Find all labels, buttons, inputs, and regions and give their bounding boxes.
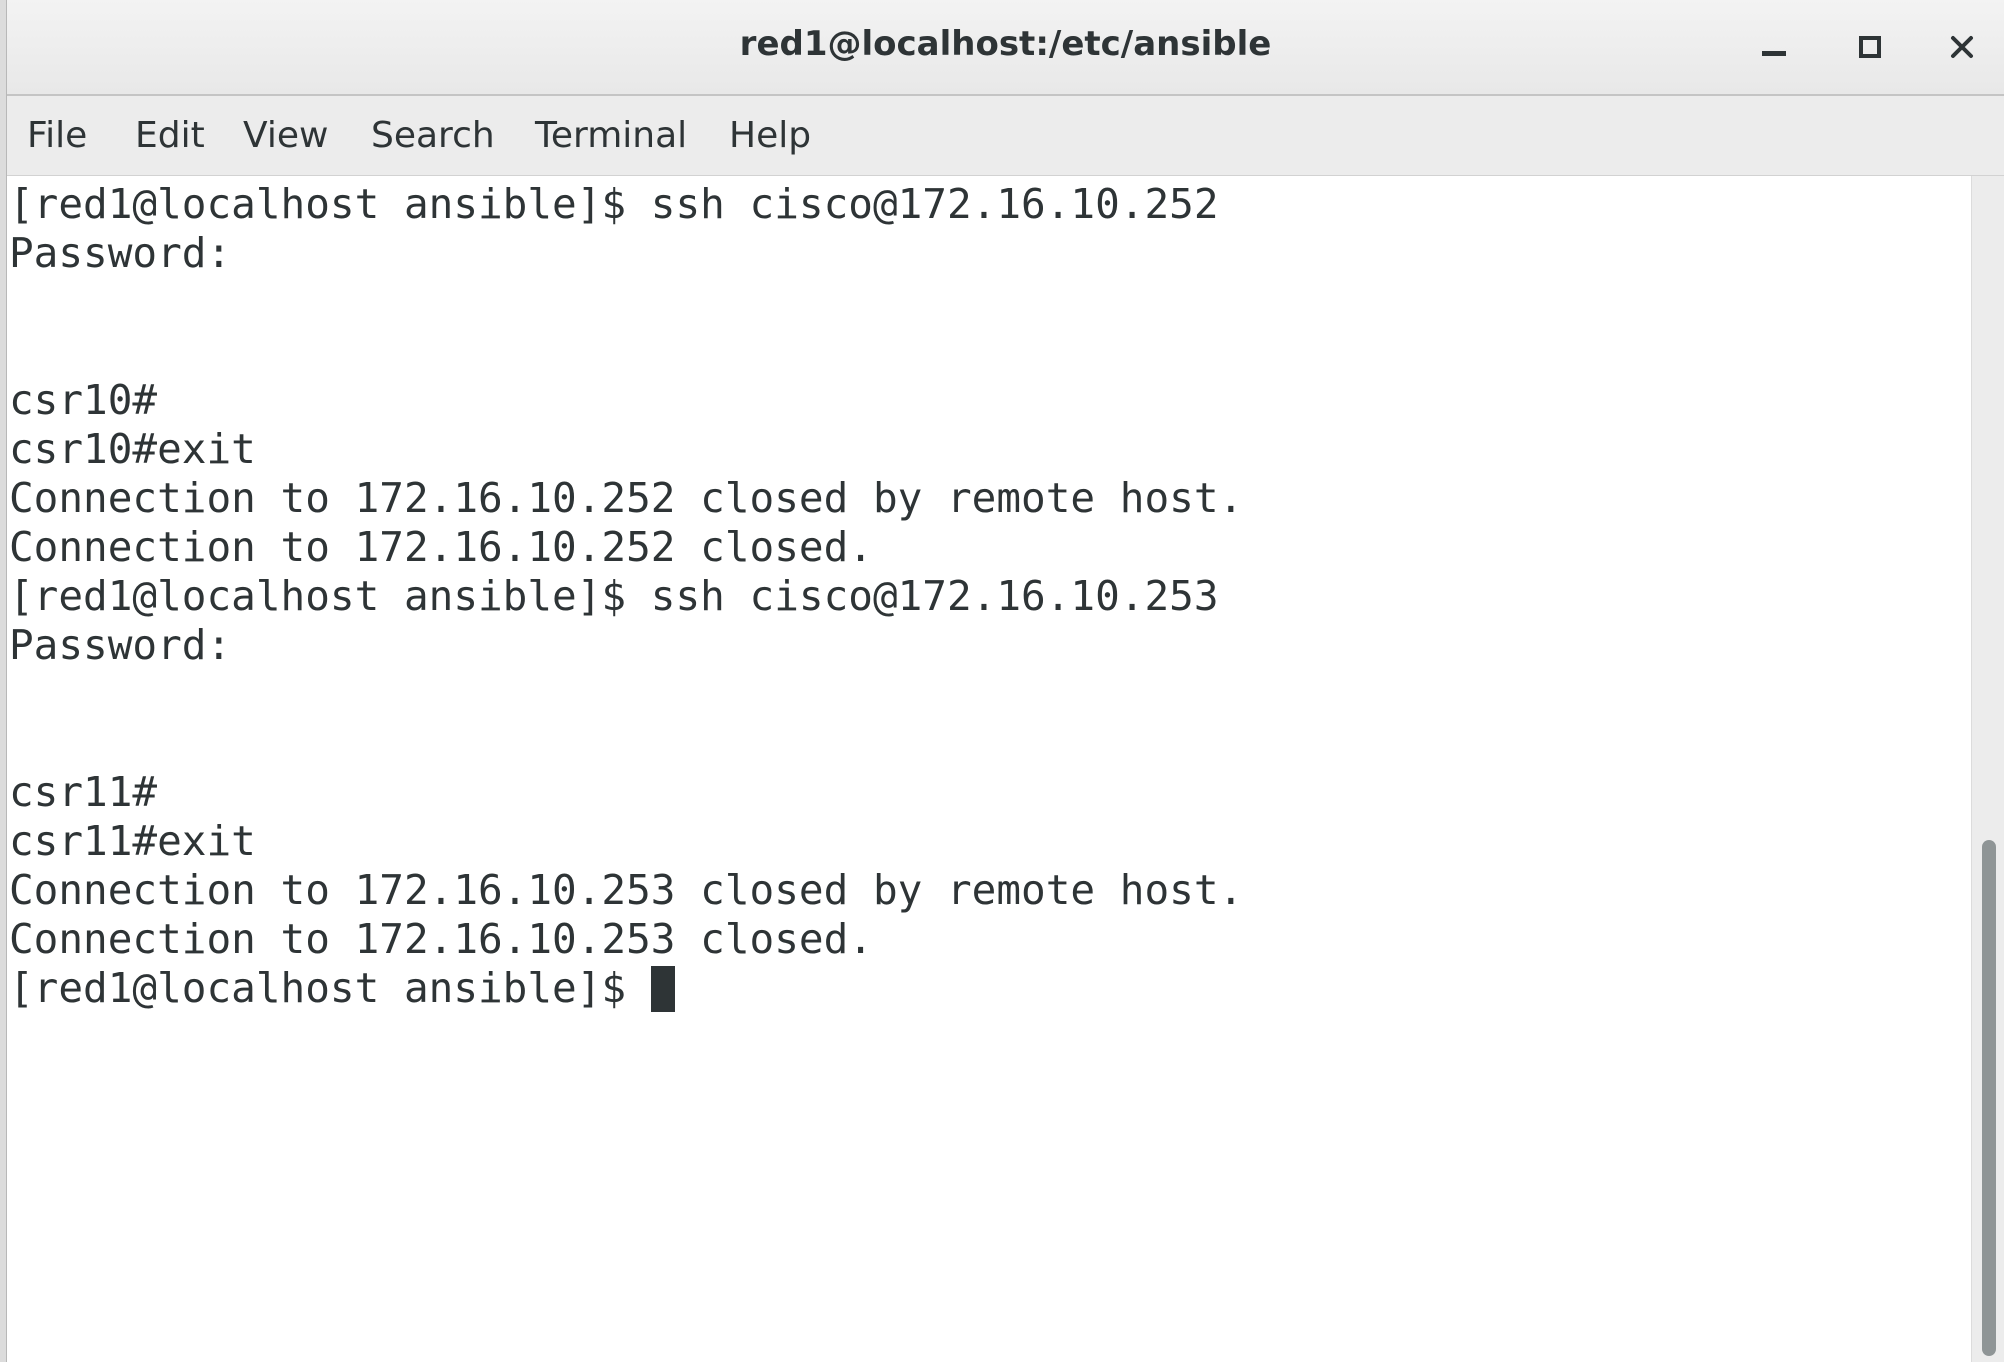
maximize-icon bbox=[1859, 36, 1881, 58]
terminal-line: Password: bbox=[9, 229, 231, 278]
terminal-line-text: [red1@localhost ansible]$ ssh cisco@172.… bbox=[9, 180, 1219, 228]
terminal-line: [red1@localhost ansible]$ ssh cisco@172.… bbox=[9, 180, 1219, 229]
terminal-line-text: Password: bbox=[9, 621, 232, 669]
maximize-button[interactable] bbox=[1845, 22, 1895, 72]
terminal-line-text: csr10# bbox=[9, 376, 158, 424]
title-bar[interactable]: red1@localhost:/etc/ansible bbox=[7, 0, 2004, 96]
window-title: red1@localhost:/etc/ansible bbox=[739, 24, 1272, 64]
menu-help[interactable]: Help bbox=[729, 115, 811, 156]
terminal-line: [red1@localhost ansible]$ bbox=[9, 964, 675, 1013]
terminal-line: Connection to 172.16.10.252 closed by re… bbox=[9, 474, 1243, 523]
terminal-line: Password: bbox=[9, 621, 231, 670]
terminal-line-text: Connection to 172.16.10.252 closed by re… bbox=[9, 474, 1244, 522]
terminal-line: csr10#exit bbox=[9, 425, 256, 474]
close-button[interactable] bbox=[1937, 22, 1987, 72]
terminal-line: csr10# bbox=[9, 376, 157, 425]
terminal-line: Connection to 172.16.10.253 closed by re… bbox=[9, 866, 1243, 915]
scrollbar-thumb[interactable] bbox=[1982, 840, 1996, 1356]
terminal-window: red1@localhost:/etc/ansible File Edit Vi… bbox=[6, 0, 2004, 1362]
terminal-line-text: Connection to 172.16.10.253 closed by re… bbox=[9, 866, 1244, 914]
terminal-line-text: Connection to 172.16.10.252 closed. bbox=[9, 523, 873, 571]
terminal-line-text: [red1@localhost ansible]$ ssh cisco@172.… bbox=[9, 572, 1219, 620]
terminal-line-text: csr11#exit bbox=[9, 817, 256, 865]
terminal-line: csr11#exit bbox=[9, 817, 256, 866]
menu-edit[interactable]: Edit bbox=[135, 115, 205, 156]
menu-terminal[interactable]: Terminal bbox=[535, 115, 687, 156]
vertical-scrollbar[interactable] bbox=[1971, 176, 2004, 1362]
terminal-line: [red1@localhost ansible]$ ssh cisco@172.… bbox=[9, 572, 1219, 621]
minimize-button[interactable] bbox=[1749, 22, 1799, 72]
close-icon bbox=[1951, 36, 1973, 58]
terminal-line-text: csr11# bbox=[9, 768, 158, 816]
terminal-line: Connection to 172.16.10.253 closed. bbox=[9, 915, 873, 964]
terminal-line: csr11# bbox=[9, 768, 157, 817]
text-cursor bbox=[650, 966, 675, 1012]
terminal-line-text: csr10#exit bbox=[9, 425, 256, 473]
terminal-line: Connection to 172.16.10.252 closed. bbox=[9, 523, 873, 572]
terminal-line-text: Password: bbox=[9, 229, 232, 277]
terminal-line-text: [red1@localhost ansible]$ bbox=[9, 964, 651, 1012]
terminal-line-text: Connection to 172.16.10.253 closed. bbox=[9, 915, 873, 963]
menu-file[interactable]: File bbox=[27, 115, 87, 156]
menu-search[interactable]: Search bbox=[371, 115, 495, 156]
terminal-output[interactable]: [red1@localhost ansible]$ ssh cisco@172.… bbox=[7, 176, 1971, 1362]
minimize-icon bbox=[1762, 51, 1786, 56]
menu-bar: File Edit View Search Terminal Help bbox=[7, 96, 2004, 176]
menu-view[interactable]: View bbox=[243, 115, 328, 156]
